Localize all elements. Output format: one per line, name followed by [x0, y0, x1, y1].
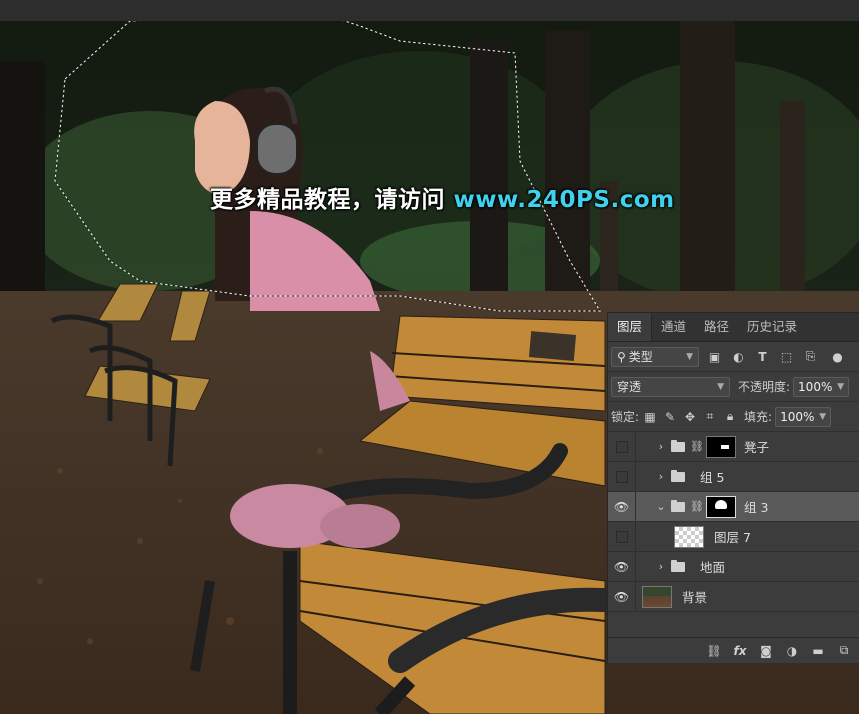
layer-name: 背景: [682, 590, 708, 605]
layer-row-layer7[interactable]: 图层 7: [608, 522, 859, 552]
layer-mask-thumbnail[interactable]: [705, 495, 736, 518]
blend-row: 穿透 ▼ 不透明度: 100% ▼: [608, 372, 859, 402]
chevron-right-icon[interactable]: ›: [654, 560, 668, 573]
layer-row-stool[interactable]: › ⛓ 凳子: [608, 432, 859, 462]
visibility-toggle[interactable]: [608, 462, 636, 491]
lock-row: 锁定: ▦ ✎ ✥ ⌗ 🔒︎ 填充: 100% ▼: [608, 402, 859, 432]
chevron-down-icon: ▼: [686, 351, 693, 362]
adjustment-icon[interactable]: ◑: [782, 644, 802, 658]
link-icon[interactable]: ⛓: [704, 644, 724, 658]
chevron-down-icon: ▼: [717, 381, 724, 392]
layer-name: 组 3: [743, 500, 769, 515]
filter-toggle-icon[interactable]: ●: [829, 348, 846, 365]
layer-name: 地面: [700, 560, 726, 575]
filter-smart-object-icon[interactable]: ⎘: [802, 348, 819, 365]
eye-icon: 👁︎: [613, 559, 630, 574]
filter-shape-icon[interactable]: ⬚: [778, 348, 795, 365]
link-icon[interactable]: ⛓: [690, 440, 704, 453]
filter-kind-select[interactable]: ⚲ 类型 ▼: [611, 346, 699, 367]
fill-value: 100%: [780, 409, 815, 424]
layer-name: 图层 7: [714, 530, 751, 545]
filter-type-icon[interactable]: T: [754, 348, 771, 365]
tab-history[interactable]: 历史记录: [738, 313, 806, 341]
filter-adjustment-icon[interactable]: ◐: [730, 348, 747, 365]
lock-paint-icon[interactable]: ✎: [662, 409, 678, 425]
fx-icon[interactable]: fx: [730, 644, 750, 658]
fill-label: 填充:: [744, 410, 773, 424]
eye-icon: 👁︎: [613, 499, 630, 514]
layers-panel: 图层 通道 路径 历史记录 ⚲ 类型 ▼ ▣ ◐ T ⬚ ⎘ ● 穿透 ▼ 不透…: [607, 312, 859, 663]
lock-artboard-icon[interactable]: ⌗: [702, 409, 718, 425]
layer-row-background[interactable]: 👁︎ 背景: [608, 582, 859, 612]
lock-label: 锁定:: [611, 410, 640, 424]
mask-icon[interactable]: ◙: [756, 644, 776, 658]
layer-name: 组 5: [700, 470, 725, 485]
folder-icon: [671, 559, 685, 572]
chevron-right-icon[interactable]: ›: [654, 440, 668, 453]
visibility-toggle[interactable]: 👁︎: [608, 582, 636, 611]
chevron-down-icon[interactable]: ⌄: [654, 500, 668, 513]
visibility-toggle[interactable]: 👁︎: [608, 492, 636, 521]
watermark-url: www.240PS.com: [453, 187, 675, 213]
folder-icon: [671, 469, 685, 482]
layer-thumbnail[interactable]: [642, 585, 672, 608]
chevron-down-icon: ▼: [819, 411, 827, 422]
search-icon: ⚲: [617, 349, 626, 364]
chevron-right-icon[interactable]: ›: [654, 470, 668, 483]
layer-filter-row: ⚲ 类型 ▼ ▣ ◐ T ⬚ ⎘ ●: [608, 342, 859, 372]
new-group-icon[interactable]: ▬: [808, 644, 828, 658]
layer-thumbnail[interactable]: [674, 525, 704, 548]
layer-row-group5[interactable]: › 组 5: [608, 462, 859, 492]
new-layer-icon[interactable]: ⧉: [834, 643, 854, 658]
visibility-toggle[interactable]: [608, 432, 636, 461]
watermark: 更多精品教程，请访问 www.240PS.com: [210, 180, 675, 214]
layer-mask-thumbnail[interactable]: [705, 435, 736, 458]
blend-mode-select[interactable]: 穿透 ▼: [611, 376, 730, 397]
layer-row-group3[interactable]: 👁︎ ⌄ ⛓ 组 3: [608, 492, 859, 522]
filter-kind-label: 类型: [628, 350, 653, 364]
visibility-toggle[interactable]: [608, 522, 636, 551]
fill-field[interactable]: 100% ▼: [775, 406, 832, 427]
opacity-field[interactable]: 100% ▼: [793, 376, 850, 397]
panel-footer: ⛓ fx ◙ ◑ ▬ ⧉: [608, 637, 859, 663]
link-icon[interactable]: ⛓: [690, 500, 704, 513]
opacity-label: 不透明度:: [738, 380, 791, 394]
tab-paths[interactable]: 路径: [695, 313, 738, 341]
eye-icon: 👁︎: [613, 589, 630, 604]
layer-row-ground[interactable]: 👁︎ › 地面: [608, 552, 859, 582]
lock-position-icon[interactable]: ✥: [682, 409, 698, 425]
blend-mode-value: 穿透: [617, 380, 642, 394]
tab-layers[interactable]: 图层: [608, 313, 653, 341]
tab-channels[interactable]: 通道: [652, 313, 695, 341]
folder-icon: [671, 439, 685, 452]
opacity-value: 100%: [798, 379, 833, 394]
layer-name: 凳子: [743, 440, 769, 455]
watermark-text: 更多精品教程，请访问: [210, 187, 454, 213]
visibility-toggle[interactable]: 👁︎: [608, 552, 636, 581]
document-tab-bar: [0, 0, 859, 22]
lock-transparent-icon[interactable]: ▦: [642, 409, 658, 425]
lock-all-icon[interactable]: 🔒︎: [722, 409, 738, 425]
filter-pixel-icon[interactable]: ▣: [706, 348, 723, 365]
chevron-down-icon: ▼: [837, 381, 845, 392]
folder-icon: [671, 499, 685, 512]
panel-tabs: 图层 通道 路径 历史记录: [608, 313, 859, 342]
